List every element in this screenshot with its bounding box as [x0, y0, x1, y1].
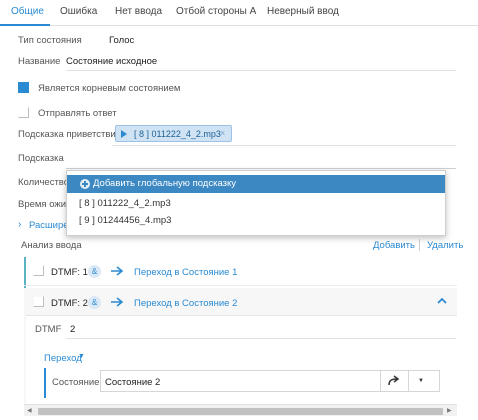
dtmf-field-input[interactable]: 2 [70, 324, 75, 335]
name-label: Название [18, 56, 61, 67]
dtmf-field-underline [66, 338, 456, 339]
dropdown-item[interactable]: [ 8 ] 011222_4_2.mp3 [67, 195, 445, 213]
greeting-hint-underline [112, 145, 456, 146]
chevron-up-icon[interactable] [437, 297, 447, 305]
dropdown-item-label: [ 8 ] 011222_4_2.mp3 [79, 198, 171, 209]
state-type-value: Голос [109, 35, 135, 46]
horizontal-scrollbar[interactable]: ◀ ▶ [24, 404, 457, 416]
dtmf-field-label: DTMF [35, 324, 62, 335]
tab-invalid-input[interactable]: Неверный ввод [267, 6, 339, 17]
row-condition-badge[interactable]: & [88, 265, 101, 278]
chevron-right-icon[interactable]: › [18, 219, 21, 230]
tab-error[interactable]: Ошибка [60, 6, 97, 17]
state-select-divider [380, 371, 381, 391]
greeting-hint-chip[interactable]: [ 8 ] 011222_4_2.mp3 × [115, 125, 232, 142]
row-transition-link[interactable]: Переход в Состояние 1 [134, 267, 237, 278]
scroll-left-icon[interactable]: ◀ [27, 407, 32, 414]
row-dtmf-label: DTMF: 1 [51, 267, 88, 278]
transition-dropdown[interactable]: Переход [44, 353, 82, 364]
hint-label: Подсказка [18, 153, 64, 164]
tab-no-input[interactable]: Нет ввода [115, 6, 162, 17]
arrow-right-icon [111, 297, 124, 307]
count-label: Количество [18, 177, 70, 188]
state-select-divider [408, 371, 409, 391]
tab-hangup-side-a[interactable]: Отбой стороны А [176, 6, 256, 17]
scroll-right-icon[interactable]: ▶ [447, 407, 452, 414]
name-field-underline [66, 70, 456, 71]
transition-accent-bar [44, 368, 46, 398]
state-type-label: Тип состояния [18, 35, 82, 46]
state-select-value: Состояние 2 [105, 377, 161, 388]
is-root-checkbox[interactable] [18, 82, 29, 93]
dropdown-item-add-global-hint[interactable]: Добавить глобальную подсказку [67, 175, 445, 193]
add-circle-icon [80, 179, 90, 189]
dropdown-item-label: [ 9 ] 01244456_4.mp3 [79, 215, 172, 226]
caret-down-icon[interactable]: ▼ [418, 378, 424, 384]
input-analysis-title: Анализ ввода [21, 240, 82, 251]
header-divider [419, 239, 420, 251]
hint-field-underline[interactable] [66, 168, 456, 169]
tab-bar: Общие Ошибка Нет ввода Отбой стороны А Н… [0, 0, 478, 26]
add-button[interactable]: Добавить [373, 240, 415, 251]
hint-dropdown: Добавить глобальную подсказку [ 8 ] 0112… [66, 170, 446, 236]
arrow-right-icon [111, 266, 124, 276]
send-reply-label: Отправлять ответ [38, 108, 117, 119]
tab-general[interactable]: Общие [11, 6, 44, 17]
delete-button[interactable]: Удалить [427, 240, 463, 251]
go-to-state-icon[interactable] [388, 375, 400, 386]
chip-remove-icon[interactable]: × [220, 128, 230, 139]
name-field[interactable]: Состояние исходное [66, 56, 157, 67]
play-icon[interactable] [121, 130, 127, 138]
send-reply-checkbox[interactable] [18, 107, 29, 118]
dropdown-item-label: Добавить глобальную подсказку [93, 178, 236, 189]
row-checkbox[interactable] [33, 296, 44, 307]
row-condition-badge[interactable]: & [88, 296, 101, 309]
row-checkbox[interactable] [33, 265, 44, 276]
row-dtmf-label: DTMF: 2 [51, 298, 88, 309]
greeting-hint-label: Подсказка приветствия [18, 129, 121, 140]
scrollbar-thumb[interactable] [38, 408, 443, 415]
wait-time-label: Время ожид [18, 199, 72, 210]
greeting-hint-chip-label: [ 8 ] 011222_4_2.mp3 [134, 129, 221, 139]
advanced-toggle[interactable]: Расшире [29, 220, 69, 231]
row-transition-link[interactable]: Переход в Состояние 2 [134, 298, 237, 309]
state-label: Состояние [52, 377, 100, 388]
is-root-label: Является корневым состоянием [38, 83, 181, 94]
dropdown-item[interactable]: [ 9 ] 01244456_4.mp3 [67, 212, 445, 230]
active-tab-indicator [0, 24, 50, 26]
caret-down-icon[interactable]: ▼ [78, 353, 85, 360]
